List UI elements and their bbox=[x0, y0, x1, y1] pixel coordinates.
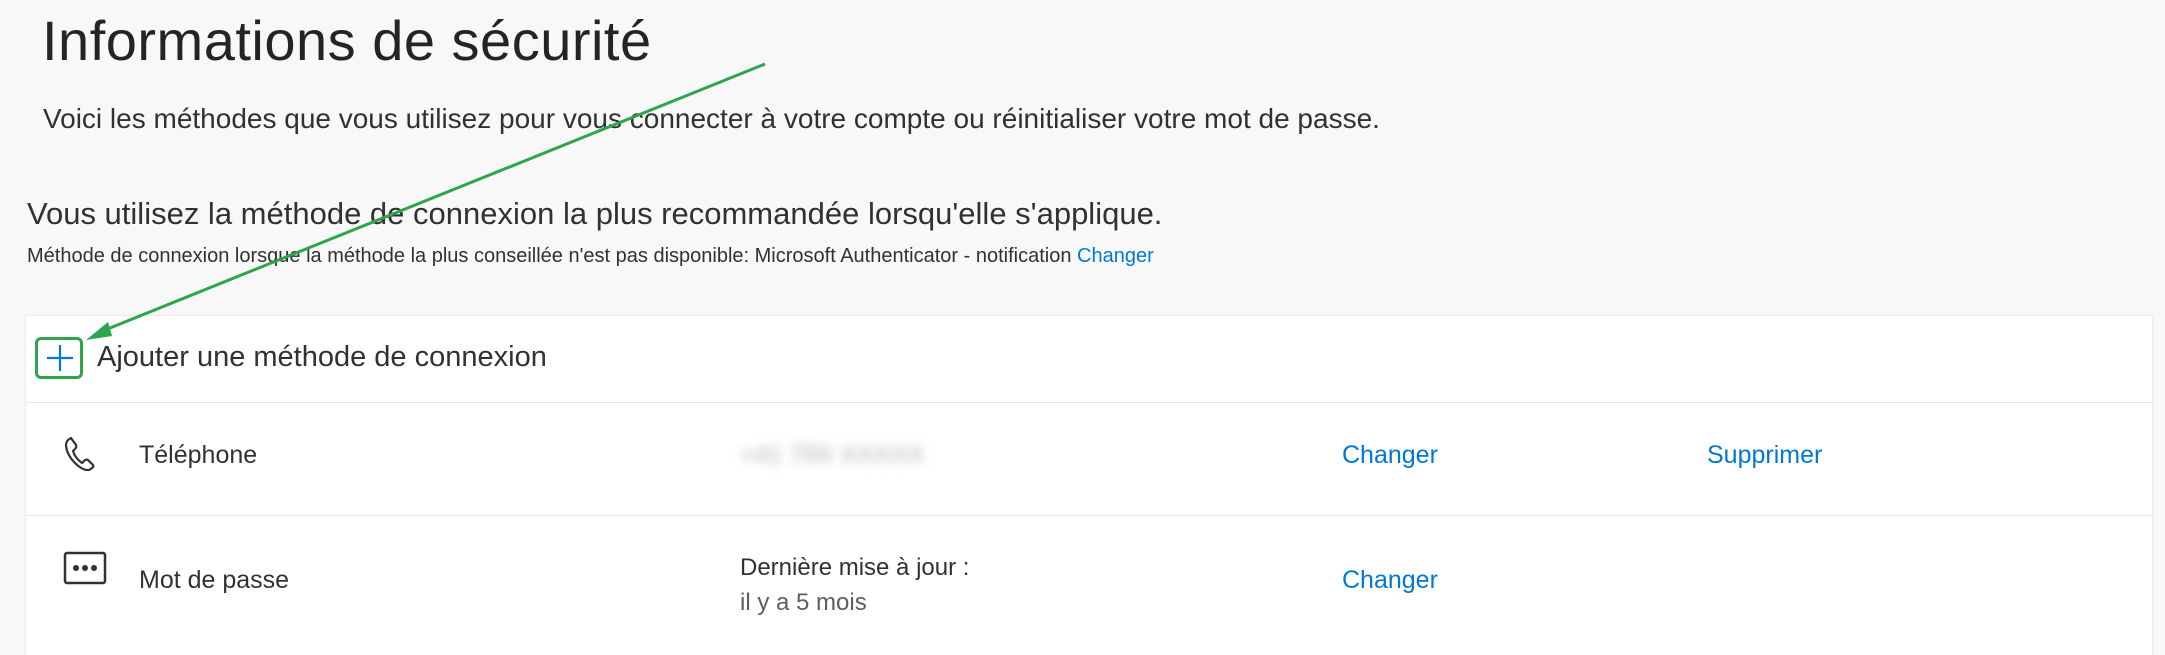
phone-number-value: +41 79X XXXXX bbox=[740, 441, 925, 469]
change-default-method-link[interactable]: Changer bbox=[1077, 245, 1154, 267]
change-password-link[interactable]: Changer bbox=[1342, 566, 1438, 595]
page-title: Informations de sécurité bbox=[42, 9, 652, 72]
methods-card: Ajouter une méthode de connexion Télépho… bbox=[26, 316, 2152, 655]
password-label: Mot de passe bbox=[139, 566, 290, 594]
security-info-page: Informations de sécurité Voici les métho… bbox=[0, 0, 2165, 655]
delete-phone-link[interactable]: Supprimer bbox=[1707, 441, 1822, 470]
add-method-label[interactable]: Ajouter une méthode de connexion bbox=[97, 341, 547, 374]
add-method-row[interactable]: Ajouter une méthode de connexion bbox=[26, 316, 2152, 403]
default-method-headline: Vous utilisez la méthode de connexion la… bbox=[27, 196, 1163, 231]
plus-icon[interactable] bbox=[35, 337, 83, 379]
password-last-updated: Dernière mise à jour : il y a 5 mois bbox=[740, 550, 969, 620]
page-subtitle: Voici les méthodes que vous utilisez pou… bbox=[43, 103, 1380, 134]
password-updated-caption: Dernière mise à jour : bbox=[740, 554, 970, 581]
phone-label: Téléphone bbox=[139, 441, 258, 469]
method-row-password: Mot de passe Dernière mise à jour : il y… bbox=[26, 516, 2152, 655]
password-updated-age: il y a 5 mois bbox=[740, 589, 867, 616]
method-row-phone: Téléphone +41 79X XXXXX Changer Supprime… bbox=[26, 403, 2152, 516]
default-method-detail: Méthode de connexion lorsque la méthode … bbox=[27, 245, 1154, 268]
change-phone-link[interactable]: Changer bbox=[1342, 441, 1438, 470]
default-method-detail-text: Méthode de connexion lorsque la méthode … bbox=[27, 245, 1072, 267]
phone-icon bbox=[63, 435, 95, 476]
password-icon bbox=[63, 551, 107, 590]
